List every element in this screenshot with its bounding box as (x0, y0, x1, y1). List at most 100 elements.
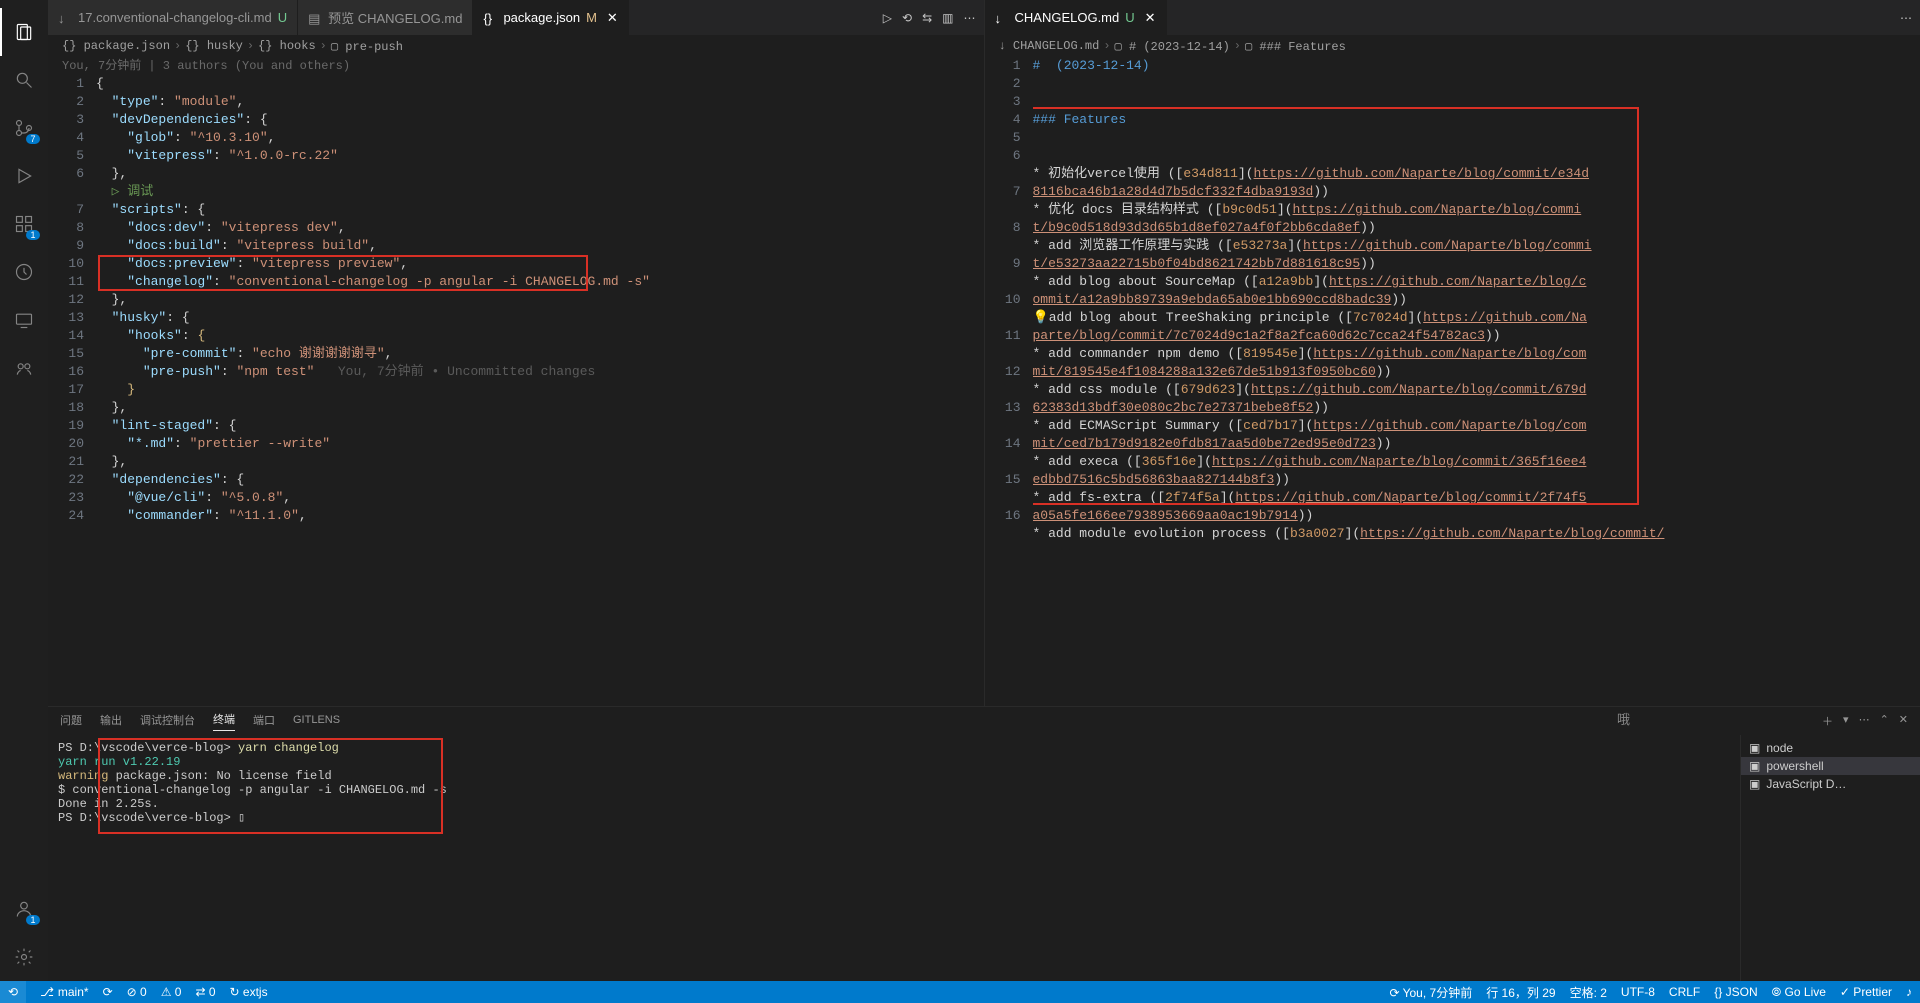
code-line[interactable]: "docs:dev": "vitepress dev", (96, 219, 904, 237)
tab[interactable]: {}package.jsonM✕ (473, 0, 628, 35)
code-line[interactable]: "pre-commit": "echo 谢谢谢谢谢寻", (96, 345, 904, 363)
breadcrumb-item[interactable]: ↓ CHANGELOG.md (999, 39, 1100, 53)
code-line[interactable]: }, (96, 399, 904, 417)
code-line[interactable]: "dependencies": { (96, 471, 904, 489)
close-icon[interactable]: ✕ (1145, 10, 1156, 26)
editor-group-left: ↓17.conventional-changelog-cli.mdU▤预览 CH… (48, 0, 985, 706)
panel-tab[interactable]: 输出 (100, 712, 122, 731)
source-control-icon[interactable]: 7 (0, 104, 48, 152)
panel-more-icon[interactable]: ⋯ (1859, 713, 1870, 729)
run-icon[interactable]: ▷ (883, 11, 892, 25)
status-item[interactable]: ⟳ You, 7分钟前 (1389, 984, 1472, 1001)
panel-close-icon[interactable]: ✕ (1899, 713, 1908, 729)
breadcrumb-item[interactable]: {} husky (185, 39, 243, 53)
git-blame-annotation: You, 7分钟前 | 3 authors (You and others) (48, 57, 984, 75)
tab-label: CHANGELOG.md (1015, 10, 1120, 25)
accounts-icon[interactable]: 1 (0, 885, 48, 933)
timeline-icon[interactable] (0, 248, 48, 296)
panel-tab[interactable]: 终端 (213, 711, 235, 731)
terminal[interactable]: PS D:\vscode\verce-blog> yarn changelogy… (48, 735, 1740, 981)
code-line[interactable]: "commander": "^11.1.0", (96, 507, 904, 525)
code-line[interactable]: "*.md": "prettier --write" (96, 435, 904, 453)
code-line[interactable]: "glob": "^10.3.10", (96, 129, 904, 147)
code-line[interactable]: "@vue/cli": "^5.0.8", (96, 489, 904, 507)
settings-gear-icon[interactable] (0, 933, 48, 981)
code-line[interactable]: "docs:build": "vitepress build", (96, 237, 904, 255)
sb-remote[interactable]: ⟲ (0, 981, 26, 1003)
floating-text: 哦 (1617, 709, 1630, 728)
status-item[interactable]: ✓ Prettier (1840, 984, 1892, 1001)
breadcrumb-item[interactable]: {} hooks (258, 39, 316, 53)
panel-tab[interactable]: 端口 (253, 712, 275, 731)
search-icon[interactable] (0, 56, 48, 104)
tab[interactable]: ↓CHANGELOG.mdU✕ (985, 0, 1167, 35)
code-line[interactable]: "hooks": { (96, 327, 904, 345)
code-line[interactable]: }, (96, 291, 904, 309)
terminal-line: warning package.json: No license field (58, 769, 1730, 783)
live-share-icon[interactable] (0, 344, 48, 392)
terminal-line: PS D:\vscode\verce-blog> yarn changelog (58, 741, 1730, 755)
code-line[interactable]: "lint-staged": { (96, 417, 904, 435)
extensions-icon[interactable]: 1 (0, 200, 48, 248)
sb-warnings[interactable]: ⚠ 0 (161, 985, 182, 999)
breadcrumb-item[interactable]: ▢ ### Features (1245, 39, 1346, 54)
breadcrumb-left[interactable]: {} package.json›{} husky›{} hooks›▢ pre-… (48, 35, 984, 57)
code-line[interactable]: # (2023-12-14) (1033, 57, 1841, 75)
code-line[interactable]: "scripts": { (96, 201, 904, 219)
tab[interactable]: ↓17.conventional-changelog-cli.mdU (48, 0, 298, 35)
explorer-icon[interactable] (0, 8, 48, 56)
code-line[interactable]: "vitepress": "^1.0.0-rc.22" (96, 147, 904, 165)
code-line[interactable]: } (96, 381, 904, 399)
code-line[interactable]: }, (96, 165, 904, 183)
code-line[interactable]: "pre-push": "npm test" You, 7分钟前 • Uncom… (96, 363, 904, 381)
close-icon[interactable]: ✕ (607, 10, 618, 26)
code-content[interactable]: # (2023-12-14)### Features* 初始化vercel使用 … (1033, 57, 1841, 706)
breadcrumb-item[interactable]: {} package.json (62, 39, 170, 53)
panel-tab[interactable]: 调试控制台 (140, 712, 195, 731)
minimap[interactable] (904, 75, 984, 706)
code-line[interactable]: }, (96, 453, 904, 471)
panel-split-icon[interactable]: ▾ (1843, 713, 1849, 729)
status-item[interactable]: 行 16，列 29 (1486, 984, 1555, 1001)
breadcrumb-item[interactable]: ▢ # (2023-12-14) (1115, 39, 1230, 54)
breadcrumb-right[interactable]: ↓ CHANGELOG.md›▢ # (2023-12-14)›▢ ### Fe… (985, 35, 1920, 57)
sync-icon[interactable]: ⟲ (902, 11, 912, 25)
status-item[interactable]: UTF-8 (1621, 984, 1655, 1001)
status-bar: ⟲ ⎇ main* ⟳ ⊘ 0 ⚠ 0 ⇄ 0 ↻ extjs ⟳ You, 7… (0, 981, 1920, 1003)
sb-branch[interactable]: ⎇ main* (40, 985, 89, 999)
status-item[interactable]: 空格: 2 (1570, 984, 1607, 1001)
tab[interactable]: ▤预览 CHANGELOG.md (298, 0, 473, 35)
panel-new-icon[interactable]: ＋ (1822, 713, 1833, 729)
breadcrumb-item[interactable]: ▢ pre-push (331, 39, 403, 54)
more-icon[interactable]: ⋯ (964, 11, 976, 25)
panel-maximize-icon[interactable]: ⌃ (1880, 713, 1889, 729)
terminal-list-item[interactable]: ▣JavaScript D… (1741, 775, 1920, 793)
panel-tab[interactable]: GITLENS (293, 714, 340, 729)
code-line[interactable]: ▷ 调试 (96, 183, 904, 201)
code-content[interactable]: { "type": "module", "devDependencies": {… (96, 75, 904, 706)
terminal-line: Done in 2.25s. (58, 797, 1730, 811)
code-line[interactable] (1033, 75, 1841, 93)
status-item[interactable]: {} JSON (1714, 984, 1757, 1001)
sb-ports[interactable]: ⇄ 0 (195, 985, 215, 999)
code-line[interactable]: { (96, 75, 904, 93)
sb-errors[interactable]: ⊘ 0 (127, 985, 147, 999)
code-line[interactable]: "husky": { (96, 309, 904, 327)
remote-icon[interactable] (0, 296, 48, 344)
panel-tab[interactable]: 问题 (60, 712, 82, 731)
sb-extjs[interactable]: ↻ extjs (230, 985, 268, 999)
status-item[interactable]: CRLF (1669, 984, 1700, 1001)
code-line[interactable]: "type": "module", (96, 93, 904, 111)
debug-icon[interactable] (0, 152, 48, 200)
more-icon[interactable]: ⋯ (1900, 11, 1912, 25)
status-item[interactable]: ♪ (1906, 984, 1912, 1001)
terminal-list-item[interactable]: ▣node (1741, 739, 1920, 757)
split-icon[interactable]: ▥ (942, 11, 953, 25)
diff-icon[interactable]: ⇆ (922, 11, 932, 25)
terminal-list-item[interactable]: ▣powershell (1741, 757, 1920, 775)
code-line[interactable]: "devDependencies": { (96, 111, 904, 129)
status-item[interactable]: ⦾ Go Live (1772, 984, 1826, 1001)
code-line[interactable]: * add module evolution process ([b3a0027… (1033, 525, 1841, 543)
minimap[interactable] (1840, 57, 1920, 706)
sb-sync[interactable]: ⟳ (103, 985, 113, 999)
